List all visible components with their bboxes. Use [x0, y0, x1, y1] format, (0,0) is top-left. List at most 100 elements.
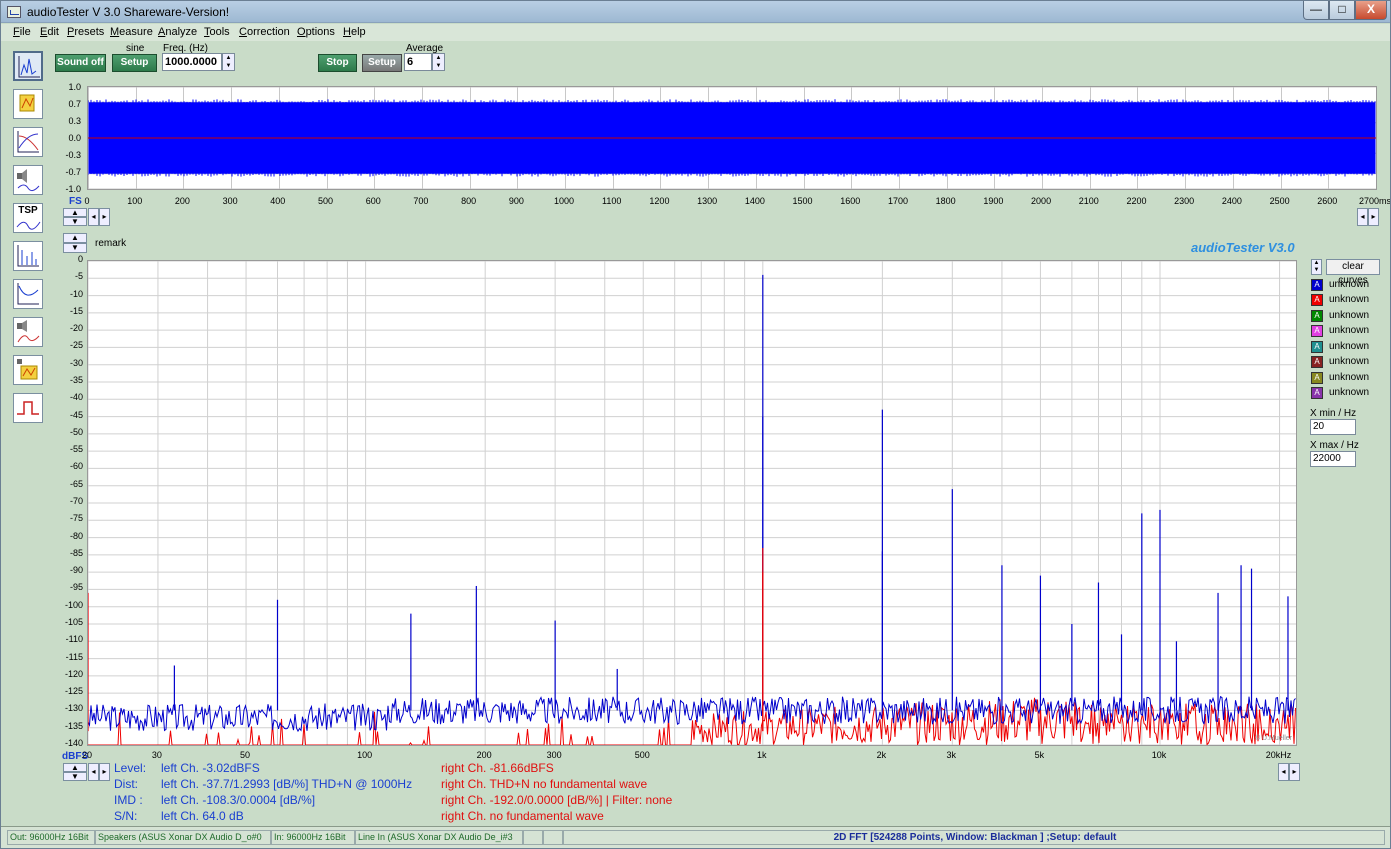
fft-icon[interactable] [13, 241, 43, 271]
wave-ytick: -0.3 [51, 150, 81, 160]
tsp-label: TSP [14, 205, 42, 216]
spectrum-xtick: 10k [1139, 750, 1179, 760]
spectrum-scroll-left-button[interactable]: ◂ [88, 763, 99, 781]
stop-button[interactable]: Stop [318, 54, 357, 72]
xmax-input[interactable]: 22000 [1310, 451, 1356, 467]
wave-zoom-down-button[interactable]: ▼ [63, 217, 87, 226]
legend-swatch[interactable]: A [1311, 294, 1323, 306]
spectrum-ytick: -40 [53, 392, 83, 402]
spectrum-ytick: -25 [53, 340, 83, 350]
legend-label: unknown [1329, 325, 1369, 336]
wave-xtick: 2300 [1164, 196, 1204, 206]
legend-swatch[interactable]: A [1311, 325, 1323, 337]
wave-scroll-right-button[interactable]: ▸ [99, 208, 110, 226]
xmin-input[interactable]: 20 [1310, 419, 1356, 435]
analyzer-setup-button[interactable]: Setup [362, 54, 402, 72]
clear-curves-button[interactable]: clear curves [1326, 259, 1380, 275]
spectrum-scroll-right-button[interactable]: ▸ [99, 763, 110, 781]
status-bar: Out: 96000Hz 16Bit Speakers (ASUS Xonar … [1, 826, 1390, 848]
frequency-input[interactable]: 1000.0000 [162, 53, 222, 71]
spectrum-xtick: 500 [622, 750, 662, 760]
frequency-response-icon[interactable] [13, 127, 43, 157]
wave-ytick: 0.7 [51, 99, 81, 109]
tsp-icon[interactable]: TSP [13, 203, 43, 233]
result-key-sn: S/N: [114, 809, 137, 823]
result-right-imd: right Ch. -192.0/0.0000 [dB/%] | Filter:… [441, 793, 672, 807]
wave-zoom-up-button[interactable]: ▲ [63, 208, 87, 217]
result-right-level: right Ch. -81.66dBFS [441, 761, 554, 775]
spectrum-icon[interactable] [13, 51, 43, 81]
generator-setup-button[interactable]: Setup [112, 54, 157, 72]
legend-swatch[interactable]: A [1311, 356, 1323, 368]
spectrum-zoom-up-button[interactable]: ▲ [63, 233, 87, 243]
waveform-svg [88, 87, 1376, 189]
menu-file[interactable]: File [13, 26, 31, 38]
spectrum-scroll-right-end-button[interactable]: ▸ [1289, 763, 1300, 781]
menu-options[interactable]: Options [297, 26, 335, 38]
spectrum-ytick: -125 [53, 686, 83, 696]
menu-measure[interactable]: Measure [110, 26, 153, 38]
legend-swatch[interactable]: A [1311, 341, 1323, 353]
menu-analyze[interactable]: Analyze [158, 26, 197, 38]
wave-scroll-right-end-button[interactable]: ▸ [1368, 208, 1379, 226]
legend-swatch[interactable]: A [1311, 372, 1323, 384]
wave-xtick: 600 [353, 196, 393, 206]
legend-label: unknown [1329, 387, 1369, 398]
spectrum-ytick: -95 [53, 582, 83, 592]
minimize-button[interactable]: — [1303, 1, 1329, 20]
average-input[interactable]: 6 [404, 53, 432, 71]
spectrum-plot[interactable]: © U.Mueller [87, 260, 1297, 746]
menu-tools[interactable]: Tools [204, 26, 230, 38]
xmax-label: X max / Hz [1310, 440, 1359, 451]
speaker-sweep-icon[interactable] [13, 355, 43, 385]
close-button[interactable]: X [1355, 1, 1387, 20]
impedance-icon[interactable] [13, 279, 43, 309]
spectrum-ytick: -70 [53, 496, 83, 506]
menu-edit[interactable]: Edit [40, 26, 59, 38]
brand-label: audioTester V3.0 [1191, 240, 1295, 255]
spectrum-ytick: -105 [53, 617, 83, 627]
step-response-icon[interactable] [13, 393, 43, 423]
menu-presets[interactable]: Presets [67, 26, 104, 38]
status-analysis-info: 2D FFT [524288 Points, Window: Blackman … [563, 830, 1385, 845]
wave-ytick: -1.0 [51, 184, 81, 194]
maximize-button[interactable]: □ [1329, 1, 1355, 20]
spectrum-scroll-left-end-button[interactable]: ◂ [1278, 763, 1289, 781]
legend-swatch[interactable]: A [1311, 279, 1323, 291]
wave-xtick: 1200 [639, 196, 679, 206]
wave-xtick: 500 [306, 196, 346, 206]
waveform-plot[interactable] [87, 86, 1377, 190]
spectrum-scale-up-button[interactable]: ▲ [63, 763, 87, 772]
legend-swatch[interactable]: A [1311, 310, 1323, 322]
spectrum-ytick: -30 [53, 358, 83, 368]
menu-help[interactable]: Help [343, 26, 366, 38]
legend-swatch[interactable]: A [1311, 387, 1323, 399]
remark-label: remark [95, 238, 126, 249]
wave-xtick: 1100 [592, 196, 632, 206]
wave-scroll-left-button[interactable]: ◂ [88, 208, 99, 226]
frequency-spinner[interactable]: ▲ ▼ [222, 53, 235, 71]
status-output-device: Speakers (ASUS Xonar DX Audio D_o#0 [95, 830, 271, 845]
sound-off-button[interactable]: Sound off [55, 54, 106, 72]
spectrum-zoom-down-button[interactable]: ▼ [63, 243, 87, 253]
spectrum-ytick: -65 [53, 479, 83, 489]
average-spinner[interactable]: ▲ ▼ [432, 53, 445, 71]
spectrum-ytick: -10 [53, 289, 83, 299]
speaker-response-icon[interactable] [13, 317, 43, 347]
wave-xtick: 1300 [687, 196, 727, 206]
wave-xtick: 200 [162, 196, 202, 206]
menu-correction[interactable]: Correction [239, 26, 290, 38]
sweep-icon[interactable] [13, 89, 43, 119]
speaker-icon[interactable] [13, 165, 43, 195]
spectrum-ytick: -15 [53, 306, 83, 316]
legend-spinner[interactable]: ▲ ▼ [1311, 259, 1322, 275]
wave-xtick: 2200 [1116, 196, 1156, 206]
wave-xtick: 2400 [1212, 196, 1252, 206]
spectrum-ytick: -90 [53, 565, 83, 575]
spectrum-ytick: -115 [53, 652, 83, 662]
wave-scroll-left-end-button[interactable]: ◂ [1357, 208, 1368, 226]
wave-xtick: 2500 [1260, 196, 1300, 206]
spectrum-scale-down-button[interactable]: ▼ [63, 772, 87, 781]
right-channel-trace [88, 698, 1296, 745]
wave-ytick: -0.7 [51, 167, 81, 177]
